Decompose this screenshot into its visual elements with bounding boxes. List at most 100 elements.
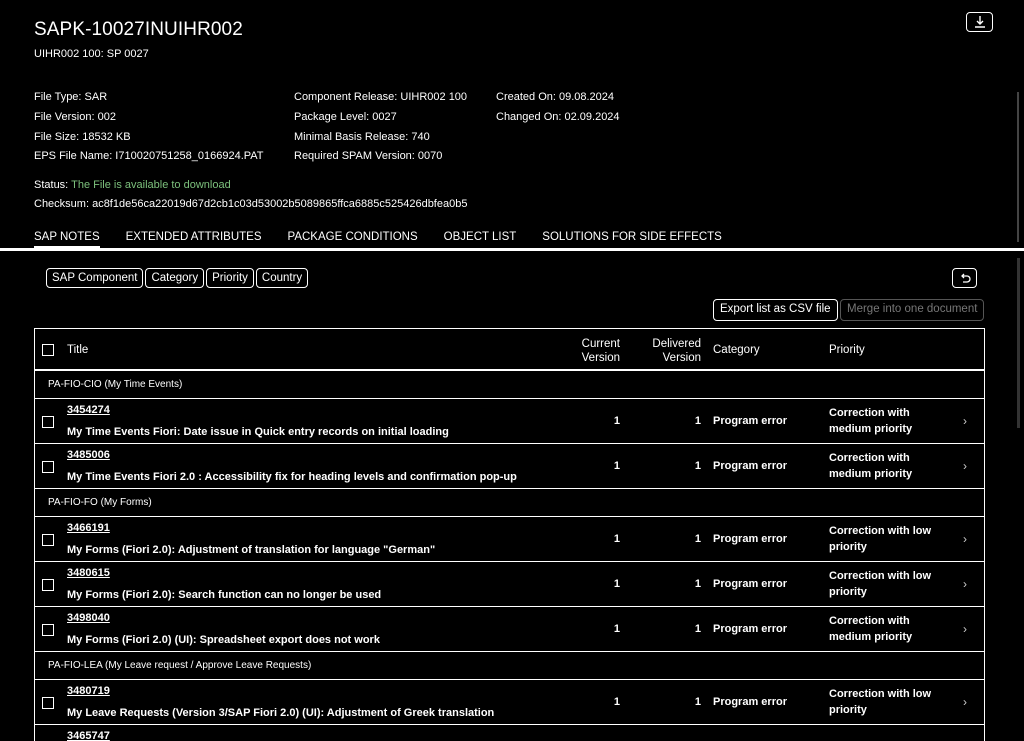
info-column-dates: Created On: 09.08.2024 Changed On: 02.09… (496, 88, 620, 128)
header-scrollbar[interactable] (1017, 92, 1019, 242)
note-priority: Correction with medium priority (829, 407, 913, 435)
filter-bar: SAP Component Category Priority Country (46, 268, 310, 288)
tab-sap-notes[interactable]: SAP NOTES (34, 231, 100, 248)
note-priority: Correction with low priority (829, 570, 932, 598)
current-version: 1 (613, 460, 620, 472)
created-on: Created On: 09.08.2024 (496, 91, 615, 103)
current-version: 1 (613, 533, 620, 545)
note-category: Program error (713, 460, 787, 472)
select-all-checkbox[interactable] (42, 344, 54, 356)
chevron-right-icon[interactable]: › (963, 459, 967, 473)
status-line: Status: The File is available to downloa… (34, 179, 231, 191)
filter-priority[interactable]: Priority (206, 268, 254, 288)
note-title: My Time Events Fiori 2.0 : Accessibility… (67, 471, 517, 483)
download-button[interactable] (966, 12, 993, 32)
note-title: My Forms (Fiori 2.0): Adjustment of tran… (67, 544, 436, 556)
eps-file-name: EPS File Name: I710020751258_0166924.PAT (34, 150, 264, 163)
row-checkbox[interactable] (42, 534, 54, 546)
status-label: Status: (34, 179, 72, 191)
note-number-link[interactable]: 3466191 (67, 522, 110, 534)
delivered-version: 1 (694, 460, 701, 472)
table-row[interactable]: 3465747 (35, 725, 984, 741)
section-divider (0, 248, 1024, 251)
page-scrollbar[interactable] (1017, 258, 1020, 428)
note-title: My Leave Requests (Version 3/SAP Fiori 2… (67, 707, 495, 719)
table-header: Title Current Version Delivered Version … (35, 329, 984, 371)
group-header: PA-FIO-FO (My Forms) (35, 489, 984, 517)
info-column-release: Component Release: UIHR002 100 Package L… (294, 88, 467, 167)
column-delivered-version[interactable]: Delivered Version (647, 337, 701, 365)
status-value: The File is available to download (71, 179, 231, 191)
note-priority: Correction with low priority (829, 688, 932, 716)
tab-object-list[interactable]: OBJECT LIST (444, 231, 517, 248)
delivered-version: 1 (694, 578, 701, 590)
note-priority: Correction with low priority (829, 525, 932, 553)
package-level: Package Level: 0027 (294, 110, 397, 123)
delivered-version: 1 (694, 415, 701, 427)
tab-solutions-for-side-effects[interactable]: SOLUTIONS FOR SIDE EFFECTS (542, 231, 722, 248)
note-title: My Forms (Fiori 2.0) (UI): Spreadsheet e… (67, 634, 380, 646)
note-number-link[interactable]: 3485006 (67, 449, 110, 461)
table-row[interactable]: 3480615 My Forms (Fiori 2.0): Search fun… (35, 562, 984, 607)
chevron-right-icon[interactable]: › (963, 695, 967, 709)
note-category: Program error (713, 533, 787, 545)
filter-category[interactable]: Category (145, 268, 205, 288)
reset-filters-button[interactable] (952, 268, 977, 288)
current-version: 1 (613, 415, 620, 427)
file-version: File Version: 002 (34, 110, 116, 123)
note-title: My Forms (Fiori 2.0): Search function ca… (67, 589, 382, 601)
note-category: Program error (713, 415, 787, 427)
tab-package-conditions[interactable]: PACKAGE CONDITIONS (288, 231, 418, 248)
chevron-right-icon[interactable]: › (963, 622, 967, 636)
page-subtitle: UIHR002 100: SP 0027 (34, 48, 149, 60)
file-type: File Type: SAR (34, 91, 108, 103)
chevron-right-icon[interactable]: › (963, 532, 967, 546)
row-checkbox[interactable] (42, 416, 54, 428)
delivered-version: 1 (694, 533, 701, 545)
page-title: SAPK-10027INUIHR002 (34, 19, 243, 40)
minimal-basis-release: Minimal Basis Release: 740 (294, 130, 430, 143)
column-title[interactable]: Title (67, 344, 88, 356)
chevron-right-icon[interactable]: › (963, 414, 967, 428)
note-number-link[interactable]: 3465747 (67, 730, 110, 741)
row-checkbox[interactable] (42, 461, 54, 473)
table-row[interactable]: 3454274 My Time Events Fiori: Date issue… (35, 399, 984, 444)
tab-extended-attributes[interactable]: EXTENDED ATTRIBUTES (126, 231, 262, 248)
current-version: 1 (613, 623, 620, 635)
table-row[interactable]: 3480719 My Leave Requests (Version 3/SAP… (35, 680, 984, 725)
note-number-link[interactable]: 3498040 (67, 612, 110, 624)
download-icon (974, 16, 985, 28)
table-row[interactable]: 3485006 My Time Events Fiori 2.0 : Acces… (35, 444, 984, 489)
column-priority[interactable]: Priority (829, 344, 865, 356)
filter-country[interactable]: Country (255, 268, 309, 288)
note-category: Program error (713, 623, 787, 635)
note-number-link[interactable]: 3454274 (67, 404, 110, 416)
column-current-version[interactable]: Current Version (580, 337, 620, 365)
info-column-file: File Type: SAR File Version: 002 File Si… (34, 88, 264, 167)
chevron-right-icon[interactable]: › (963, 577, 967, 591)
group-header: PA-FIO-LEA (My Leave request / Approve L… (35, 652, 984, 680)
row-checkbox[interactable] (42, 697, 54, 709)
table-row[interactable]: 3498040 My Forms (Fiori 2.0) (UI): Sprea… (35, 607, 984, 652)
file-size: File Size: 18532 KB (34, 130, 131, 143)
row-checkbox[interactable] (42, 624, 54, 636)
table-row[interactable]: 3466191 My Forms (Fiori 2.0): Adjustment… (35, 517, 984, 562)
file-header: SAPK-10027INUIHR002 UIHR002 100: SP 0027… (0, 0, 1024, 250)
export-csv-button[interactable]: Export list as CSV file (713, 299, 838, 321)
note-number-link[interactable]: 3480719 (67, 685, 110, 697)
tab-bar: SAP NOTES EXTENDED ATTRIBUTES PACKAGE CO… (34, 231, 748, 248)
column-category[interactable]: Category (713, 344, 760, 356)
current-version: 1 (613, 578, 620, 590)
merge-document-button[interactable]: Merge into one document (840, 299, 985, 321)
current-version: 1 (613, 696, 620, 708)
filter-sap-component[interactable]: SAP Component (46, 268, 144, 288)
note-number-link[interactable]: 3480615 (67, 567, 110, 579)
note-title: My Time Events Fiori: Date issue in Quic… (67, 426, 449, 438)
undo-icon (960, 273, 971, 283)
required-spam-version: Required SPAM Version: 0070 (294, 150, 443, 163)
delivered-version: 1 (694, 696, 701, 708)
group-header: PA-FIO-CIO (My Time Events) (35, 371, 984, 399)
row-checkbox[interactable] (42, 579, 54, 591)
delivered-version: 1 (694, 623, 701, 635)
note-category: Program error (713, 578, 787, 590)
